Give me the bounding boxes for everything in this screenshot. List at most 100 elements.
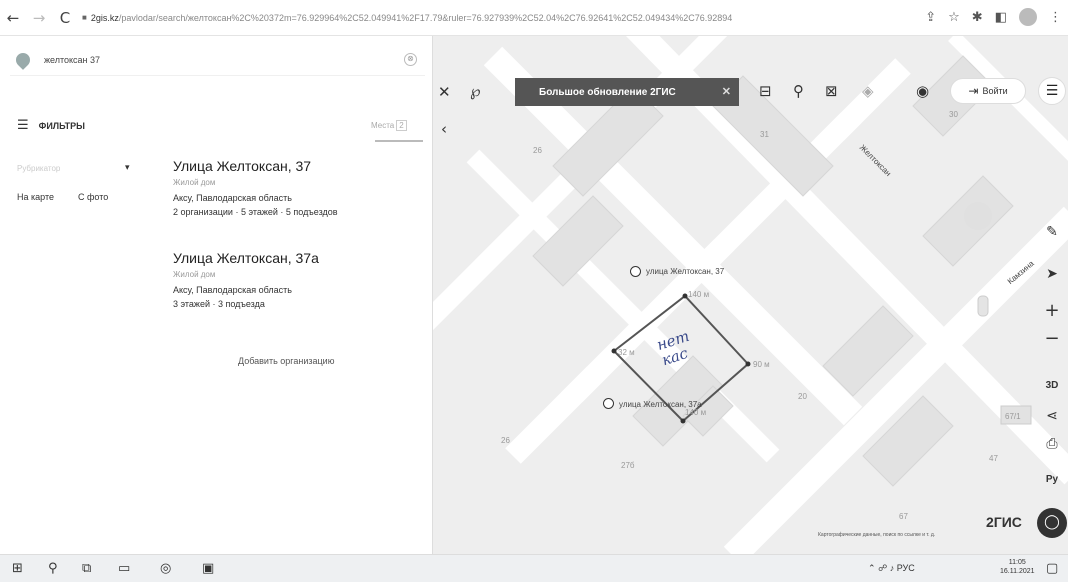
result-title[interactable]: Улица Желтоксан, 37а [173,250,319,266]
map-label-house-67: 67 [899,512,908,521]
share-icon[interactable]: ⋖ [1038,408,1066,424]
ruler-distance-left: 32 м [618,348,635,357]
update-banner-text: Большое обновление 2ГИС [539,86,676,98]
search-icon[interactable]: ⚲ [48,561,58,576]
clear-search-icon[interactable]: ⊗ [404,53,417,66]
places-tab[interactable]: Места 2 [371,120,407,131]
poi-label-37[interactable]: улица Желтоксан, 37 [646,267,724,276]
map-label-house-26b: 26 [501,436,510,445]
zoom-in-button[interactable]: + [1038,300,1066,321]
notifications-icon[interactable]: ▢ [1046,561,1058,576]
result-details: 3 этажей · 3 подъезда [173,299,265,309]
traffic-icon[interactable]: ⚲ [793,82,804,100]
lock-icon: ■ [82,13,87,22]
my-location-icon[interactable]: ➤ [1038,266,1066,282]
bookmark-star-icon[interactable]: ☆ [948,10,960,25]
on-map-filter[interactable]: На карте [17,192,54,202]
clock-date: 16.11.2021 [1000,568,1035,575]
task-view-icon[interactable]: ⧉ [82,561,91,576]
forward-button[interactable]: → [26,9,52,27]
tray-lang[interactable]: РУС [897,563,915,573]
taskbar: ⊞ ⚲ ⧉ ▭ ◎ ▣ ⌃ ☍ ♪ РУС 11:05 16.11.2021 ▢ [0,554,1068,582]
search-input[interactable] [44,54,384,65]
map-label-house-47: 47 [989,454,998,463]
result-address: Аксу, Павлодарская область [173,193,292,203]
app-icon[interactable]: ▣ [202,561,214,576]
share-icon[interactable]: ⇪ [925,10,936,25]
2gis-logo: 2ГИС [986,514,1022,530]
zoom-out-button[interactable]: − [1038,328,1066,349]
add-organization-link[interactable]: Добавить организацию [238,356,334,366]
clock[interactable]: 11:05 16.11.2021 [1000,558,1035,576]
map-copyright[interactable]: Картографические данные, поиск по ссылке… [818,532,935,538]
with-photo-filter[interactable]: С фото [78,192,108,202]
location-pin-icon [13,49,33,70]
profile-avatar[interactable] [1019,8,1037,26]
print-icon[interactable]: ⎙ [1038,436,1066,452]
ruler-distance-right: 90 м [753,360,770,369]
map-graphics [433,36,1068,554]
route-icon[interactable]: ℘ [470,82,480,100]
extensions-icon[interactable]: ✱ [972,10,983,25]
language-button[interactable]: Ру [1038,474,1066,485]
map-label-house-20: 20 [798,392,807,401]
browser-menu-icon[interactable]: ⋮ [1049,10,1062,25]
result-subtitle: Жилой дом [173,270,216,279]
search-box[interactable]: ⊗ [10,44,425,76]
list-item[interactable]: Улица Желтоксан, 37а Жилой дом Аксу, Пав… [173,250,319,309]
chat-icon[interactable]: ◯ [1037,508,1067,538]
address-bar[interactable]: ■ 2gis.kz /pavlodar/search/желтоксан%2C%… [82,13,912,23]
chevron-down-icon[interactable]: ▾ [125,162,130,173]
map-label-house-26: 26 [533,146,542,155]
places-label: Места [371,121,395,130]
poi-marker-37a[interactable] [603,398,614,409]
result-address: Аксу, Павлодарская область [173,285,292,295]
close-icon[interactable]: ✕ [722,85,731,98]
map-label-house-27b: 27б [621,461,635,470]
collapse-panel-button[interactable]: ‹ [441,120,447,138]
map-label-house-67-1: 67/1 [1005,412,1021,421]
clock-time: 11:05 [1008,559,1026,566]
update-banner[interactable]: Большое обновление 2ГИС ✕ [515,78,739,106]
filters-button[interactable]: ☰ ФИЛЬТРЫ [17,118,85,133]
poi-marker-37[interactable] [630,266,641,277]
category-select[interactable]: Рубрикатор [17,164,60,173]
back-button[interactable]: ← [0,9,26,27]
browser-toolbar: ← → C ■ 2gis.kz /pavlodar/search/желтокс… [0,0,1068,36]
reload-button[interactable]: C [52,9,78,27]
file-explorer-icon[interactable]: ▭ [118,561,130,576]
layers-photo-icon[interactable]: ⊠ [825,82,838,100]
bus-icon[interactable]: ⊟ [759,82,772,100]
url-path: /pavlodar/search/желтоксан%2C%20372m=76.… [118,12,733,23]
places-count: 2 [396,120,407,131]
result-details: 2 организации · 5 этажей · 5 подъездов [173,207,338,217]
map-label-house-30: 30 [949,110,958,119]
3d-toggle-button[interactable]: 3D [1038,380,1066,391]
result-subtitle: Жилой дом [173,178,216,187]
compass-icon[interactable]: ◉ [916,82,929,100]
main-menu-button[interactable]: ☰ [1038,77,1066,105]
ruler-icon[interactable]: ✎ [1038,224,1066,240]
login-icon: ⇥ [968,84,979,98]
system-tray[interactable]: ⌃ ☍ ♪ РУС [868,563,915,574]
chrome-icon[interactable]: ◎ [160,561,171,576]
map-canvas[interactable]: 31 30 26 26 27б 20 67 47 67/1 Желтоксан … [433,36,1068,554]
filters-label: ФИЛЬТРЫ [38,120,85,131]
login-label: Войти [982,86,1008,96]
layers-icon[interactable]: ◈ [862,82,874,100]
ruler-distance-bottom: 140 м [685,408,707,417]
chevron-up-icon[interactable]: ⌃ [868,563,876,573]
close-panel-button[interactable]: ✕ [438,83,451,101]
ruler-distance-top: 140 м [688,290,710,299]
volume-icon[interactable]: ♪ [890,563,895,573]
url-host: 2gis.kz [90,12,119,23]
map-label-house-31: 31 [760,130,769,139]
list-item[interactable]: Улица Желтоксан, 37 Жилой дом Аксу, Павл… [173,158,338,217]
result-title[interactable]: Улица Желтоксан, 37 [173,158,338,174]
windows-start-icon[interactable]: ⊞ [12,561,23,576]
places-tab-indicator [375,140,423,142]
login-button[interactable]: ⇥ Войти [950,78,1026,104]
filter-icon: ☰ [17,118,29,133]
network-icon[interactable]: ☍ [878,563,887,573]
sidepanel-icon[interactable]: ◧ [995,10,1007,25]
